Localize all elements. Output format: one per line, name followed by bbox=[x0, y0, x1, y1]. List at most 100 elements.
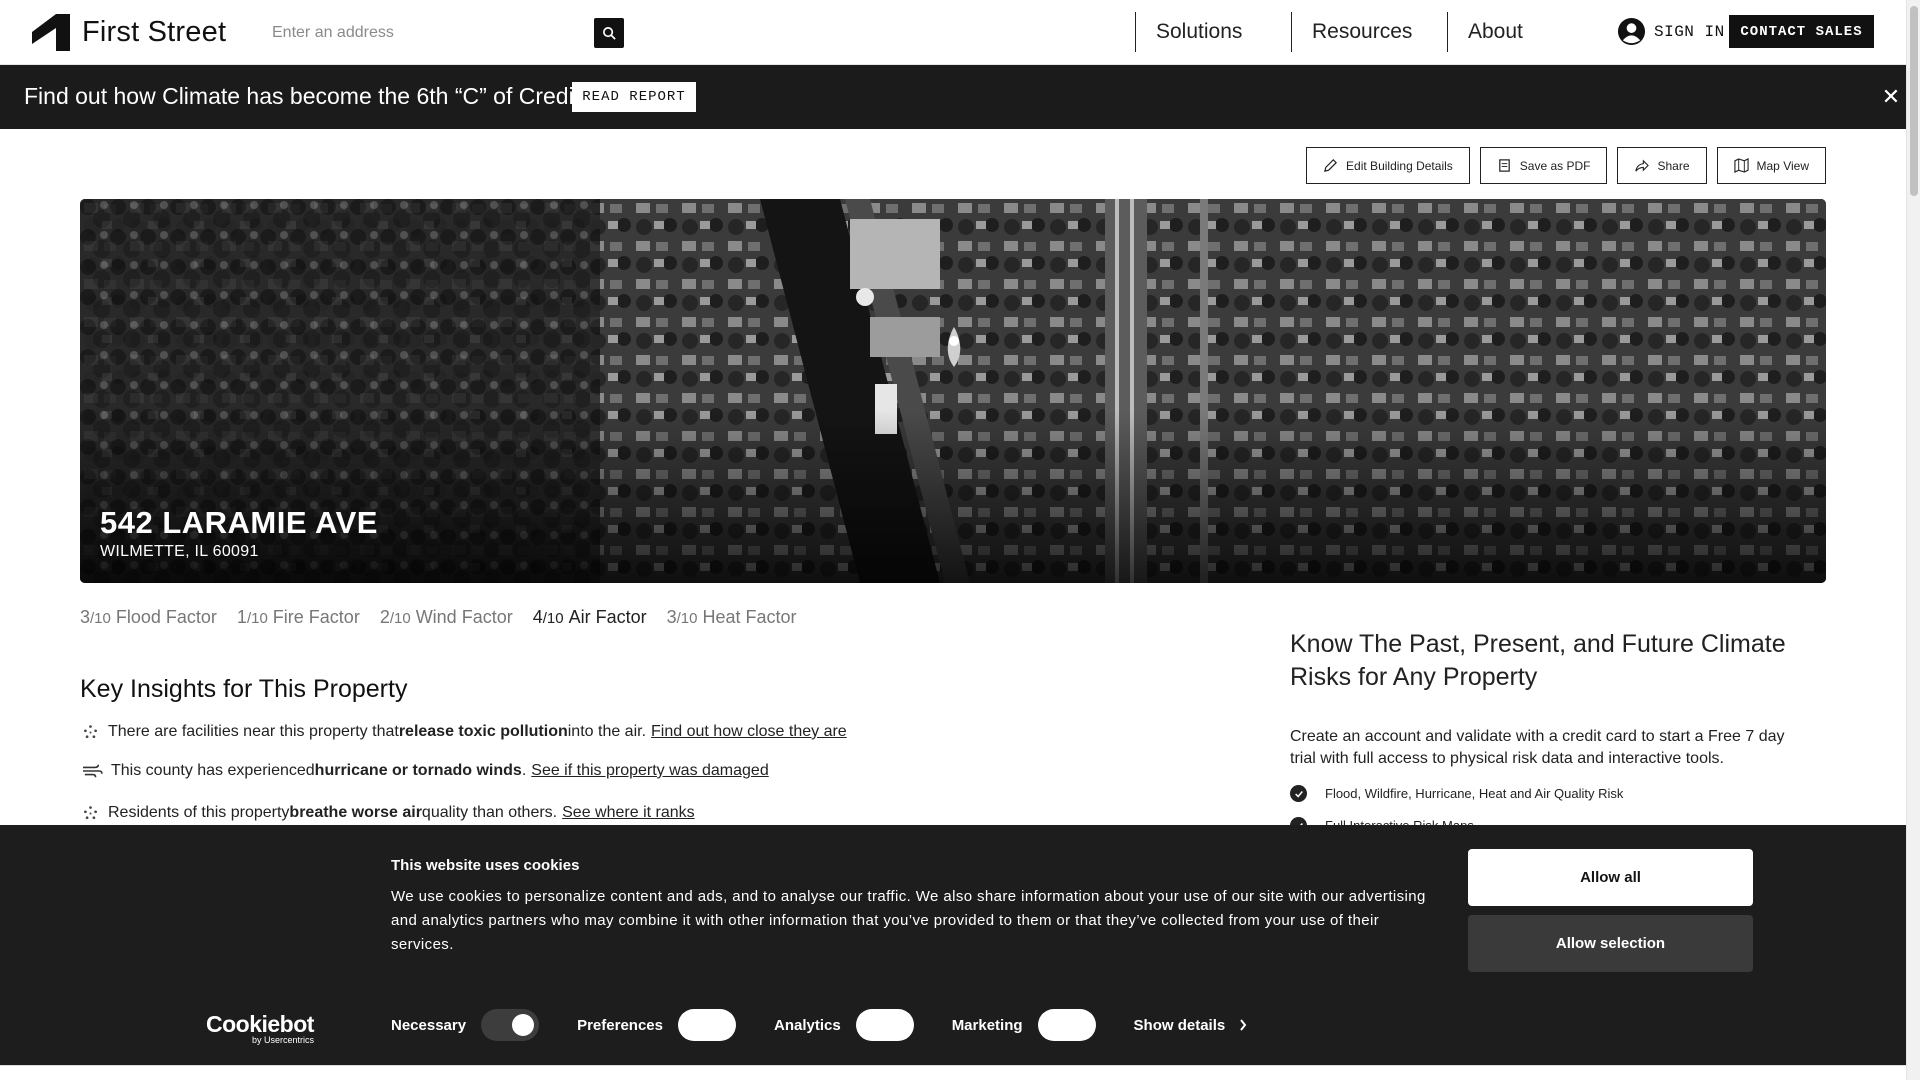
necessary-toggle[interactable] bbox=[481, 1009, 540, 1041]
main-nav: Solutions Resources About bbox=[1135, 12, 1603, 52]
show-details-link[interactable]: Show details bbox=[1134, 1017, 1248, 1034]
insight-highlight: release toxic pollution bbox=[398, 723, 568, 740]
air-particles-icon bbox=[80, 803, 100, 823]
fire-max: /10 bbox=[246, 610, 268, 627]
insight-item: There are facilities near this property … bbox=[80, 722, 847, 742]
sign-in-label: SIGN IN bbox=[1654, 22, 1725, 41]
property-city: WILMETTE, IL 60091 bbox=[100, 543, 259, 560]
preferences-toggle[interactable] bbox=[677, 1009, 736, 1041]
insight-highlight: breathe worse air bbox=[289, 804, 422, 821]
fire-label: Fire Factor bbox=[272, 607, 360, 627]
insight-highlight: hurricane or tornado winds bbox=[314, 762, 522, 779]
insight-link[interactable]: See if this property was damaged bbox=[531, 762, 768, 780]
air-score: 4 bbox=[532, 607, 543, 627]
search-button[interactable] bbox=[594, 18, 624, 48]
wind-label: Wind Factor bbox=[415, 607, 513, 627]
tab-heat-factor[interactable]: 3/10 Heat Factor bbox=[667, 607, 797, 628]
nav-about[interactable]: About bbox=[1447, 12, 1603, 52]
wind-max: /10 bbox=[389, 610, 411, 627]
scrollbar-thumb[interactable] bbox=[1910, 6, 1918, 196]
insight-text: quality than others. bbox=[421, 804, 558, 821]
property-hero-image: 542 LARAMIE AVE WILMETTE, IL 60091 bbox=[80, 199, 1826, 583]
share-icon bbox=[1635, 159, 1650, 172]
tab-fire-factor[interactable]: 1/10 Fire Factor bbox=[237, 607, 360, 628]
cookiebot-brand: Cookiebot bbox=[206, 1011, 314, 1037]
wind-score: 2 bbox=[379, 607, 390, 627]
insight-text: . bbox=[521, 762, 527, 779]
map-icon bbox=[1733, 158, 1749, 173]
pdf-icon bbox=[1498, 159, 1510, 172]
chevron-right-icon bbox=[1240, 1019, 1247, 1031]
address-search-input[interactable] bbox=[272, 17, 582, 49]
necessary-label: Necessary bbox=[391, 1016, 467, 1034]
nav-resources[interactable]: Resources bbox=[1291, 12, 1447, 52]
wind-icon bbox=[80, 761, 104, 781]
nav-solutions[interactable]: Solutions bbox=[1135, 12, 1291, 52]
flood-max: /10 bbox=[90, 610, 111, 627]
save-as-pdf-label: Save as PDF bbox=[1519, 158, 1591, 173]
risk-factor-tabs: 3/10 Flood Factor 1/10 Fire Factor 2/10 Win… bbox=[80, 607, 797, 628]
heat-score: 3 bbox=[666, 607, 677, 627]
search-icon bbox=[602, 26, 616, 40]
air-particles-icon bbox=[80, 722, 100, 742]
address-search bbox=[272, 17, 624, 49]
close-icon[interactable]: ✕ bbox=[1880, 86, 1902, 108]
insight-link[interactable]: See where it ranks bbox=[562, 804, 695, 822]
share-button[interactable]: Share bbox=[1617, 147, 1707, 184]
insight-link[interactable]: Find out how close they are bbox=[651, 723, 847, 741]
analytics-label: Analytics bbox=[773, 1016, 841, 1034]
cookiebot-logo: Cookiebot by Usercentrics bbox=[206, 1011, 314, 1045]
page-bottom-edge bbox=[0, 1065, 1906, 1080]
insight-item: Residents of this property breathe worse… bbox=[80, 803, 695, 823]
cookie-description: We use cookies to personalize content an… bbox=[391, 888, 1426, 953]
insight-text: into the air. bbox=[567, 723, 647, 740]
key-insights-title: Key Insights for This Property bbox=[80, 675, 408, 703]
air-label: Air Factor bbox=[568, 607, 647, 627]
logo[interactable]: First Street bbox=[32, 14, 226, 51]
marketing-label: Marketing bbox=[951, 1016, 1023, 1034]
read-report-button[interactable]: READ REPORT bbox=[572, 82, 696, 112]
show-details-label: Show details bbox=[1133, 1016, 1226, 1034]
preferences-label: Preferences bbox=[577, 1016, 663, 1034]
allow-all-button[interactable]: Allow all bbox=[1468, 849, 1753, 906]
edit-building-details-button[interactable]: Edit Building Details bbox=[1306, 147, 1470, 184]
allow-selection-button[interactable]: Allow selection bbox=[1468, 915, 1753, 972]
contact-sales-button[interactable]: CONTACT SALES bbox=[1729, 15, 1874, 48]
air-max: /10 bbox=[542, 610, 564, 627]
tab-wind-factor[interactable]: 2/10 Wind Factor bbox=[380, 607, 513, 628]
sign-in-link[interactable]: SIGN IN bbox=[1617, 17, 1725, 46]
heat-label: Heat Factor bbox=[702, 607, 797, 627]
insight-text: Residents of this property bbox=[108, 804, 290, 821]
map-view-button[interactable]: Map View bbox=[1716, 147, 1826, 184]
save-as-pdf-button[interactable]: Save as PDF bbox=[1479, 147, 1608, 184]
tab-flood-factor[interactable]: 3/10 Flood Factor bbox=[80, 607, 217, 628]
cookie-title: This website uses cookies bbox=[391, 857, 580, 874]
edit-building-details-label: Edit Building Details bbox=[1346, 158, 1453, 173]
flood-score: 3 bbox=[80, 607, 91, 627]
marketing-toggle[interactable] bbox=[1037, 1009, 1096, 1041]
page-scrollbar[interactable] bbox=[1906, 0, 1920, 1080]
user-avatar-icon bbox=[1617, 17, 1646, 46]
banner-text: Find out how Climate has become the 6th … bbox=[24, 83, 581, 109]
page: First Street Solutions Resources About S… bbox=[0, 0, 1920, 1080]
feature-item: Flood, Wildfire, Hurricane, Heat and Air… bbox=[1290, 785, 1623, 802]
signup-panel-description: Create an account and validate with a cr… bbox=[1290, 728, 1785, 767]
promo-banner: Find out how Climate has become the 6th … bbox=[0, 65, 1906, 129]
property-actions: Edit Building Details Save as PDF Share … bbox=[1306, 147, 1826, 184]
first-street-logo-icon bbox=[32, 14, 70, 51]
share-label: Share bbox=[1657, 158, 1690, 173]
signup-panel-title: Know The Past, Present, and Future Clima… bbox=[1290, 630, 1786, 691]
property-address: 542 LARAMIE AVE bbox=[100, 505, 378, 540]
logo-text: First Street bbox=[82, 16, 227, 48]
heat-max: /10 bbox=[676, 610, 698, 627]
insight-text: There are facilities near this property … bbox=[108, 723, 399, 740]
tab-air-factor[interactable]: 4/10 Air Factor bbox=[533, 607, 647, 628]
fire-score: 1 bbox=[236, 607, 247, 627]
insight-item: This county has experienced hurricane or… bbox=[80, 761, 769, 781]
feature-label: Flood, Wildfire, Hurricane, Heat and Air… bbox=[1325, 786, 1624, 801]
insight-text: This county has experienced bbox=[111, 762, 315, 779]
analytics-toggle[interactable] bbox=[855, 1009, 914, 1041]
cookie-category-toggles: Necessary Preferences Analytics Marketin… bbox=[391, 1009, 1247, 1041]
flood-label: Flood Factor bbox=[115, 607, 217, 627]
site-header: First Street Solutions Resources About S… bbox=[0, 0, 1906, 65]
